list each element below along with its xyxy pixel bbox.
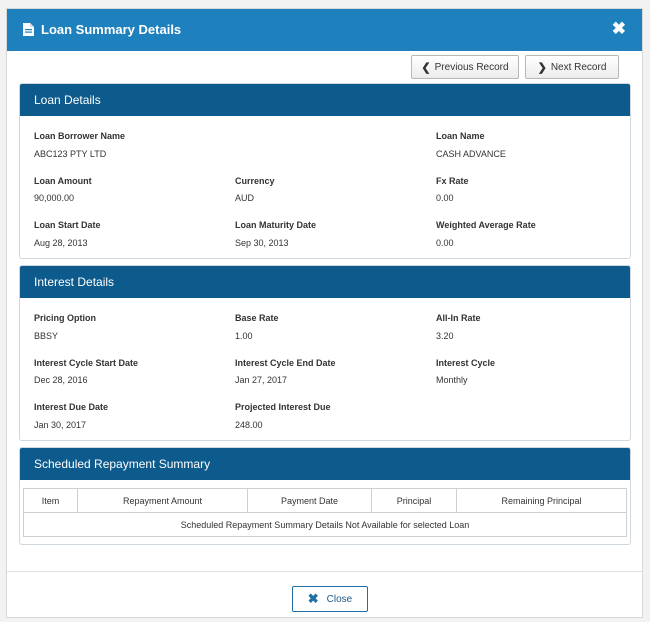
loan-start-date-label: Loan Start Date (34, 220, 101, 230)
close-button[interactable]: ✖ Close (292, 586, 368, 612)
fx-rate-value: 0.00 (436, 193, 454, 203)
currency-label: Currency (235, 176, 275, 186)
loan-start-date-value: Aug 28, 2013 (34, 238, 88, 248)
loan-details-heading: Loan Details (20, 84, 630, 116)
repayment-summary-heading: Scheduled Repayment Summary (20, 448, 630, 480)
interest-cycle-start-value: Dec 28, 2016 (34, 375, 88, 385)
interest-cycle-label: Interest Cycle (436, 358, 496, 368)
pricing-option-value: BBSY (34, 331, 59, 341)
next-record-label: Next Record (550, 61, 607, 73)
column-header-principal[interactable]: Principal (371, 488, 457, 513)
empty-table-message: Scheduled Repayment Summary Details Not … (23, 512, 627, 537)
interest-cycle-value: Monthly (436, 375, 468, 385)
interest-cycle-end-label: Interest Cycle End Date (235, 358, 336, 368)
projected-interest-due-value: 248.00 (235, 420, 263, 430)
loan-maturity-date-value: Sep 30, 2013 (235, 238, 289, 248)
projected-interest-due-label: Projected Interest Due (235, 402, 331, 412)
repayment-table: Item Repayment Amount Payment Date Princ… (23, 488, 627, 537)
column-header-repayment-amount[interactable]: Repayment Amount (77, 488, 248, 513)
column-header-remaining-principal[interactable]: Remaining Principal (456, 488, 627, 513)
interest-details-heading: Interest Details (20, 266, 630, 298)
close-x-icon: ✖ (307, 591, 319, 606)
loan-maturity-date-label: Loan Maturity Date (235, 220, 317, 230)
borrower-label: Loan Borrower Name (34, 131, 126, 141)
interest-cycle-end-value: Jan 27, 2017 (235, 375, 288, 385)
currency-value: AUD (235, 193, 255, 203)
all-in-rate-value: 3.20 (436, 331, 454, 341)
loan-name-value: CASH ADVANCE (436, 149, 506, 159)
next-record-button[interactable]: ❯ Next Record (525, 55, 619, 79)
loan-details-panel: Loan Details Loan Borrower Name ABC123 P… (19, 83, 631, 259)
loan-amount-value: 90,000.00 (34, 193, 75, 203)
close-button-label: Close (326, 593, 353, 605)
weighted-average-rate-value: 0.00 (436, 238, 454, 248)
loan-amount-label: Loan Amount (34, 176, 92, 186)
document-icon (23, 23, 34, 41)
interest-due-date-value: Jan 30, 2017 (34, 420, 87, 430)
table-row: Scheduled Repayment Summary Details Not … (23, 512, 627, 537)
previous-record-button[interactable]: ❮ Previous Record (411, 55, 519, 79)
pricing-option-label: Pricing Option (34, 313, 96, 323)
borrower-value: ABC123 PTY LTD (34, 149, 107, 159)
modal-header: Loan Summary Details ✖ (7, 9, 642, 51)
weighted-average-rate-label: Weighted Average Rate (436, 220, 536, 230)
fx-rate-label: Fx Rate (436, 176, 469, 186)
interest-due-date-label: Interest Due Date (34, 402, 109, 412)
modal-title: Loan Summary Details (41, 22, 182, 37)
table-header-row: Item Repayment Amount Payment Date Princ… (23, 488, 627, 513)
chevron-right-icon: ❯ (537, 61, 547, 74)
loan-summary-modal: Loan Summary Details ✖ ❮ Previous Record… (6, 8, 643, 618)
previous-record-label: Previous Record (434, 61, 509, 73)
column-header-item[interactable]: Item (23, 488, 78, 513)
repayment-summary-panel: Scheduled Repayment Summary Item Repayme… (19, 447, 631, 545)
loan-name-label: Loan Name (436, 131, 485, 141)
interest-details-panel: Interest Details Pricing Option BBSY Bas… (19, 265, 631, 441)
interest-cycle-start-label: Interest Cycle Start Date (34, 358, 139, 368)
column-header-payment-date[interactable]: Payment Date (247, 488, 372, 513)
all-in-rate-label: All-In Rate (436, 313, 481, 323)
base-rate-label: Base Rate (235, 313, 279, 323)
base-rate-value: 1.00 (235, 331, 253, 341)
footer-divider (7, 571, 642, 572)
chevron-left-icon: ❮ (421, 61, 431, 74)
close-icon[interactable]: ✖ (612, 20, 626, 38)
